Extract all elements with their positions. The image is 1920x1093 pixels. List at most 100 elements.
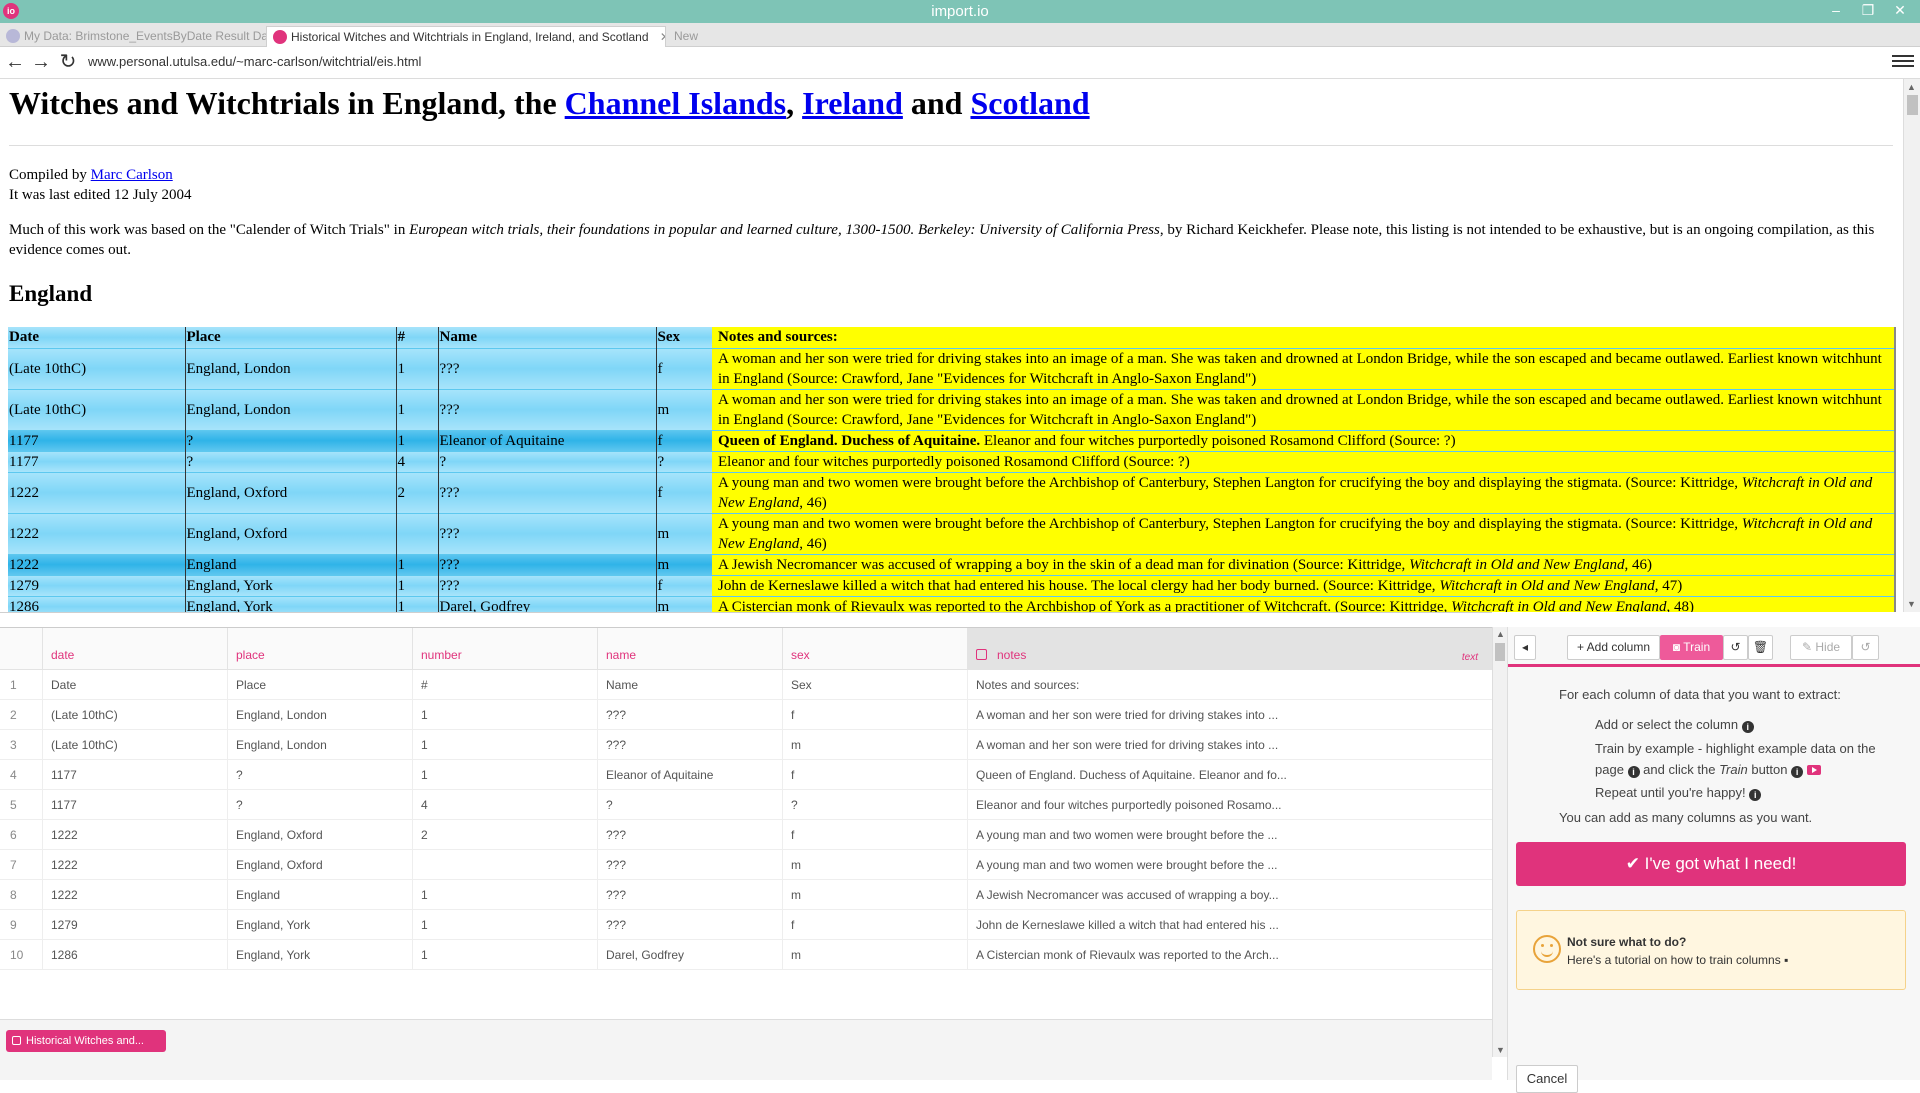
- cell-notes[interactable]: Eleanor and four witches purportedly poi…: [712, 450, 1896, 472]
- grid-cell-notes[interactable]: John de Kerneslawe killed a witch that h…: [967, 910, 1484, 940]
- add-column-button[interactable]: + Add column: [1567, 635, 1660, 660]
- video-icon[interactable]: [1806, 765, 1821, 775]
- grid-cell-place[interactable]: England, London: [227, 730, 404, 760]
- grid-cell-name[interactable]: ???: [597, 820, 774, 850]
- cell-place[interactable]: ?: [184, 429, 396, 451]
- cell-place[interactable]: England, York: [184, 574, 396, 596]
- grid-scroll-thumb[interactable]: [1495, 643, 1505, 661]
- hamburger-menu-icon[interactable]: [1892, 52, 1914, 72]
- grid-cell-number[interactable]: #: [412, 670, 589, 700]
- cell-name[interactable]: ???: [437, 388, 656, 430]
- scroll-down-icon[interactable]: ▼: [1907, 599, 1916, 609]
- grid-cell-sex[interactable]: f: [782, 820, 959, 850]
- grid-cell-number[interactable]: 1: [412, 940, 589, 970]
- page-scroll-thumb[interactable]: [1907, 95, 1918, 115]
- author-link[interactable]: Marc Carlson: [91, 167, 173, 183]
- info-icon[interactable]: i: [1791, 766, 1804, 778]
- header-number[interactable]: #: [395, 327, 438, 348]
- tab-new[interactable]: New: [666, 26, 722, 47]
- grid-cell-date[interactable]: 1279: [42, 910, 219, 940]
- grid-row[interactable]: 2 (Late 10thC) England, London 1??? f A woman…: [0, 700, 1492, 730]
- grid-cell-notes[interactable]: A Cistercian monk of Rievaulx was report…: [967, 940, 1484, 970]
- grid-row[interactable]: 1 Date Place # Name Sex Notes and sources:: [0, 670, 1492, 700]
- cell-sex[interactable]: f: [655, 347, 712, 389]
- grid-cell-name[interactable]: ???: [597, 730, 774, 760]
- grid-row[interactable]: 10 1286 England, York 1 Darel, Godfrey m A Cis…: [0, 940, 1492, 970]
- cell-number[interactable]: [395, 512, 438, 554]
- grid-cell-notes[interactable]: A woman and her son were tried for drivi…: [967, 700, 1484, 730]
- grid-cell-sex[interactable]: m: [782, 880, 959, 910]
- grid-scroll-up-icon[interactable]: ▲: [1496, 629, 1505, 639]
- header-notes[interactable]: Notes and sources:: [712, 327, 1896, 348]
- cell-sex[interactable]: f: [655, 574, 712, 596]
- cell-notes[interactable]: A woman and her son were tried for drivi…: [712, 388, 1896, 430]
- cell-date[interactable]: 1222: [8, 553, 185, 575]
- header-name[interactable]: Name: [437, 327, 656, 348]
- grid-cell-date[interactable]: (Late 10thC): [42, 700, 219, 730]
- grid-cell-place[interactable]: England: [227, 880, 404, 910]
- channel-islands-link[interactable]: Channel Islands: [565, 85, 786, 121]
- grid-cell-sex[interactable]: f: [782, 910, 959, 940]
- grid-cell-notes[interactable]: A woman and her son were tried for drivi…: [967, 730, 1484, 760]
- grid-cell-date[interactable]: 1222: [42, 820, 219, 850]
- grid-row[interactable]: 6 1222 England, Oxford 2??? f A young man and…: [0, 820, 1492, 850]
- done-button[interactable]: ✔ I've got what I need!: [1516, 842, 1906, 886]
- grid-cell-notes[interactable]: A young man and two women were brought b…: [967, 820, 1484, 850]
- cell-sex[interactable]: f: [655, 471, 712, 513]
- grid-cell-number[interactable]: [412, 850, 589, 880]
- cell-sex[interactable]: ?: [655, 450, 712, 472]
- cell-number[interactable]: 1: [395, 595, 438, 612]
- info-icon[interactable]: i: [1749, 789, 1762, 801]
- back-arrow-icon[interactable]: ←: [4, 51, 26, 73]
- grid-row[interactable]: 5 1177? 4?? Eleanor and four witches purpor…: [0, 790, 1492, 820]
- cell-number[interactable]: 2: [395, 471, 438, 513]
- grid-cell-date[interactable]: 1177: [42, 790, 219, 820]
- cell-name[interactable]: ???: [437, 347, 656, 389]
- cell-number[interactable]: 1: [395, 347, 438, 389]
- grid-cell-notes[interactable]: A Jewish Necromancer was accused of wrap…: [967, 880, 1484, 910]
- cell-name[interactable]: Eleanor of Aquitaine: [437, 429, 656, 451]
- cell-number[interactable]: 1: [395, 429, 438, 451]
- cell-name[interactable]: ???: [437, 553, 656, 575]
- page-scrollbar[interactable]: ▲ ▼: [1903, 79, 1920, 612]
- cell-number[interactable]: 4: [395, 450, 438, 472]
- grid-scrollbar[interactable]: ▲ ▼: [1492, 627, 1507, 1057]
- column-header-notes[interactable]: notes text: [967, 628, 1492, 670]
- column-header-place[interactable]: place: [227, 628, 412, 670]
- grid-cell-sex[interactable]: ?: [782, 790, 959, 820]
- cell-place[interactable]: ?: [184, 450, 396, 472]
- hide-button[interactable]: ✎ Hide: [1790, 635, 1852, 660]
- tab-my-data[interactable]: My Data: Brimstone_EventsByDate Result D…: [0, 26, 266, 47]
- ireland-link[interactable]: Ireland: [802, 85, 903, 121]
- url-field[interactable]: www.personal.utulsa.edu/~marc-carlson/wi…: [88, 54, 421, 69]
- reset-button[interactable]: ↺: [1852, 635, 1879, 660]
- train-button[interactable]: ◙ Train: [1660, 635, 1723, 660]
- cell-sex[interactable]: m: [655, 553, 712, 575]
- grid-cell-name[interactable]: Eleanor of Aquitaine: [597, 760, 774, 790]
- grid-cell-sex[interactable]: f: [782, 760, 959, 790]
- cell-place[interactable]: England, London: [184, 388, 396, 430]
- cell-name[interactable]: ?: [437, 450, 656, 472]
- collapse-panel-button[interactable]: ◂: [1514, 635, 1536, 660]
- grid-cell-place[interactable]: ?: [227, 790, 404, 820]
- grid-cell-place[interactable]: England, London: [227, 700, 404, 730]
- grid-scroll-down-icon[interactable]: ▼: [1496, 1045, 1505, 1055]
- grid-cell-number[interactable]: 1: [412, 880, 589, 910]
- cell-date[interactable]: 1222: [8, 471, 185, 513]
- grid-cell-notes[interactable]: Eleanor and four witches purportedly poi…: [967, 790, 1484, 820]
- header-date[interactable]: Date: [8, 327, 185, 348]
- cell-date[interactable]: 1222: [8, 512, 185, 554]
- cell-sex[interactable]: m: [655, 512, 712, 554]
- cell-notes[interactable]: A Cistercian monk of Rievaulx was report…: [712, 595, 1896, 612]
- column-header-sex[interactable]: sex: [782, 628, 967, 670]
- cell-date[interactable]: 1279: [8, 574, 185, 596]
- grid-cell-number[interactable]: 1: [412, 760, 589, 790]
- header-place[interactable]: Place: [184, 327, 396, 348]
- cell-name[interactable]: Darel, Godfrey: [437, 595, 656, 612]
- source-page-chip[interactable]: Historical Witches and...: [6, 1030, 166, 1052]
- cell-name[interactable]: ???: [437, 512, 656, 554]
- grid-cell-sex[interactable]: m: [782, 850, 959, 880]
- cell-number[interactable]: 1: [395, 388, 438, 430]
- grid-row[interactable]: 7 1222 England, Oxford??? m A young man and …: [0, 850, 1492, 880]
- grid-cell-notes[interactable]: A young man and two women were brought b…: [967, 850, 1484, 880]
